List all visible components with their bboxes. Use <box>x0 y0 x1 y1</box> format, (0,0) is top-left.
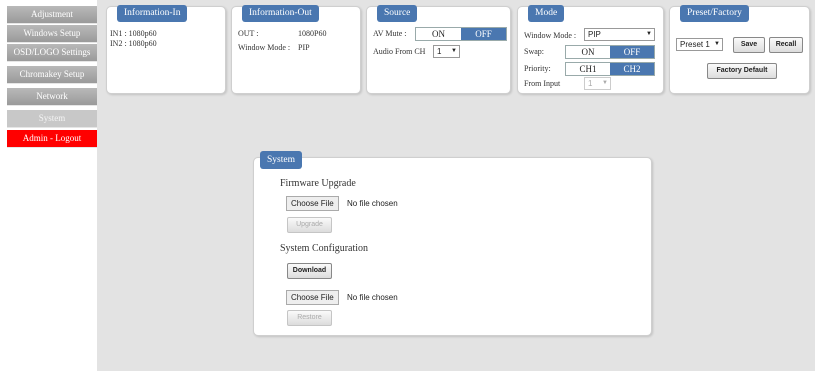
nav-chromakey-setup[interactable]: Chromakey Setup <box>7 66 97 84</box>
swap-on[interactable]: ON <box>566 46 610 58</box>
panel-title: Preset/Factory <box>680 5 749 22</box>
firmware-file-status: No file chosen <box>347 199 398 208</box>
panel-title: System <box>260 151 302 169</box>
factory-default-button[interactable]: Factory Default <box>707 63 777 79</box>
window-mode-label: Window Mode : <box>238 43 291 52</box>
nav-system[interactable]: System <box>7 110 97 128</box>
nav-network[interactable]: Network <box>7 88 97 106</box>
audio-channel-value: 1 <box>437 47 442 56</box>
dropdown-arrow-icon: ▼ <box>646 31 652 37</box>
audio-channel-select[interactable]: 1 ▼ <box>433 45 460 58</box>
window-mode-value: PIP <box>298 43 310 52</box>
in1-status: IN1 : 1080p60 <box>110 29 157 38</box>
priority-label: Priority: <box>524 64 551 73</box>
recall-button[interactable]: Recall <box>769 37 803 53</box>
audio-from-ch-label: Audio From CH <box>373 47 426 56</box>
main-content: Information-In IN1 : 1080p60 IN2 : 1080p… <box>97 0 815 371</box>
av-mute-toggle[interactable]: ON OFF <box>415 27 507 41</box>
in2-status: IN2 : 1080p60 <box>110 39 157 48</box>
nav-windows-setup[interactable]: Windows Setup <box>7 25 97 43</box>
panel-title: Information-In <box>117 5 188 22</box>
panel-information-in: Information-In IN1 : 1080p60 IN2 : 1080p… <box>106 5 226 94</box>
panel-system: System Firmware Upgrade Choose File No f… <box>253 151 652 336</box>
window-mode-select[interactable]: PIP ▼ <box>584 28 655 41</box>
config-file-status: No file chosen <box>347 293 398 302</box>
nav-adjustment[interactable]: Adjustment <box>7 6 97 24</box>
out-label: OUT : <box>238 29 259 38</box>
admin-logout-button[interactable]: Admin - Logout <box>7 130 97 148</box>
panel-information-out: Information-Out OUT : 1080P60 Window Mod… <box>231 5 361 94</box>
panel-source: Source AV Mute : ON OFF Audio From CH 1 ▼ <box>366 5 511 94</box>
priority-toggle[interactable]: CH1 CH2 <box>565 62 655 76</box>
panel-mode: Mode Window Mode : PIP ▼ Swap: ON OFF Pri… <box>517 5 664 94</box>
dropdown-arrow-icon: ▼ <box>602 80 608 86</box>
preset-select[interactable]: Preset 1 ▼ <box>676 38 723 51</box>
panel-title: Source <box>377 5 418 22</box>
nav-osd-logo-settings[interactable]: OSD/LOGO Settings <box>7 44 97 62</box>
swap-toggle[interactable]: ON OFF <box>565 45 655 59</box>
swap-label: Swap: <box>524 47 544 56</box>
from-input-value: 1 <box>588 79 593 88</box>
save-button[interactable]: Save <box>733 37 765 53</box>
upgrade-button[interactable]: Upgrade <box>287 217 332 233</box>
out-value: 1080P60 <box>298 29 327 38</box>
window-mode-value: PIP <box>588 30 601 39</box>
firmware-choose-file-button[interactable]: Choose File <box>286 196 339 211</box>
av-mute-label: AV Mute : <box>373 29 407 38</box>
from-input-select[interactable]: 1 ▼ <box>584 77 611 90</box>
firmware-upgrade-label: Firmware Upgrade <box>280 178 356 189</box>
swap-off[interactable]: OFF <box>610 46 654 58</box>
system-configuration-label: System Configuration <box>280 243 369 254</box>
panel-preset-factory: Preset/Factory Preset 1 ▼ Save Recall Fac… <box>669 5 810 94</box>
window-mode-label: Window Mode : <box>524 31 577 40</box>
panel-title: Information-Out <box>242 5 319 22</box>
av-mute-on[interactable]: ON <box>416 28 461 40</box>
priority-ch1[interactable]: CH1 <box>566 63 610 75</box>
restore-button[interactable]: Restore <box>287 310 332 326</box>
sidebar: Adjustment Windows Setup OSD/LOGO Settin… <box>0 0 97 371</box>
priority-ch2[interactable]: CH2 <box>610 63 654 75</box>
from-input-label: From Input <box>524 79 561 88</box>
panel-title: Mode <box>528 5 565 22</box>
av-mute-off[interactable]: OFF <box>461 28 506 40</box>
preset-value: Preset 1 <box>680 40 710 49</box>
dropdown-arrow-icon: ▼ <box>714 41 720 47</box>
dropdown-arrow-icon: ▼ <box>451 48 457 54</box>
download-button[interactable]: Download <box>287 263 332 279</box>
config-choose-file-button[interactable]: Choose File <box>286 290 339 305</box>
